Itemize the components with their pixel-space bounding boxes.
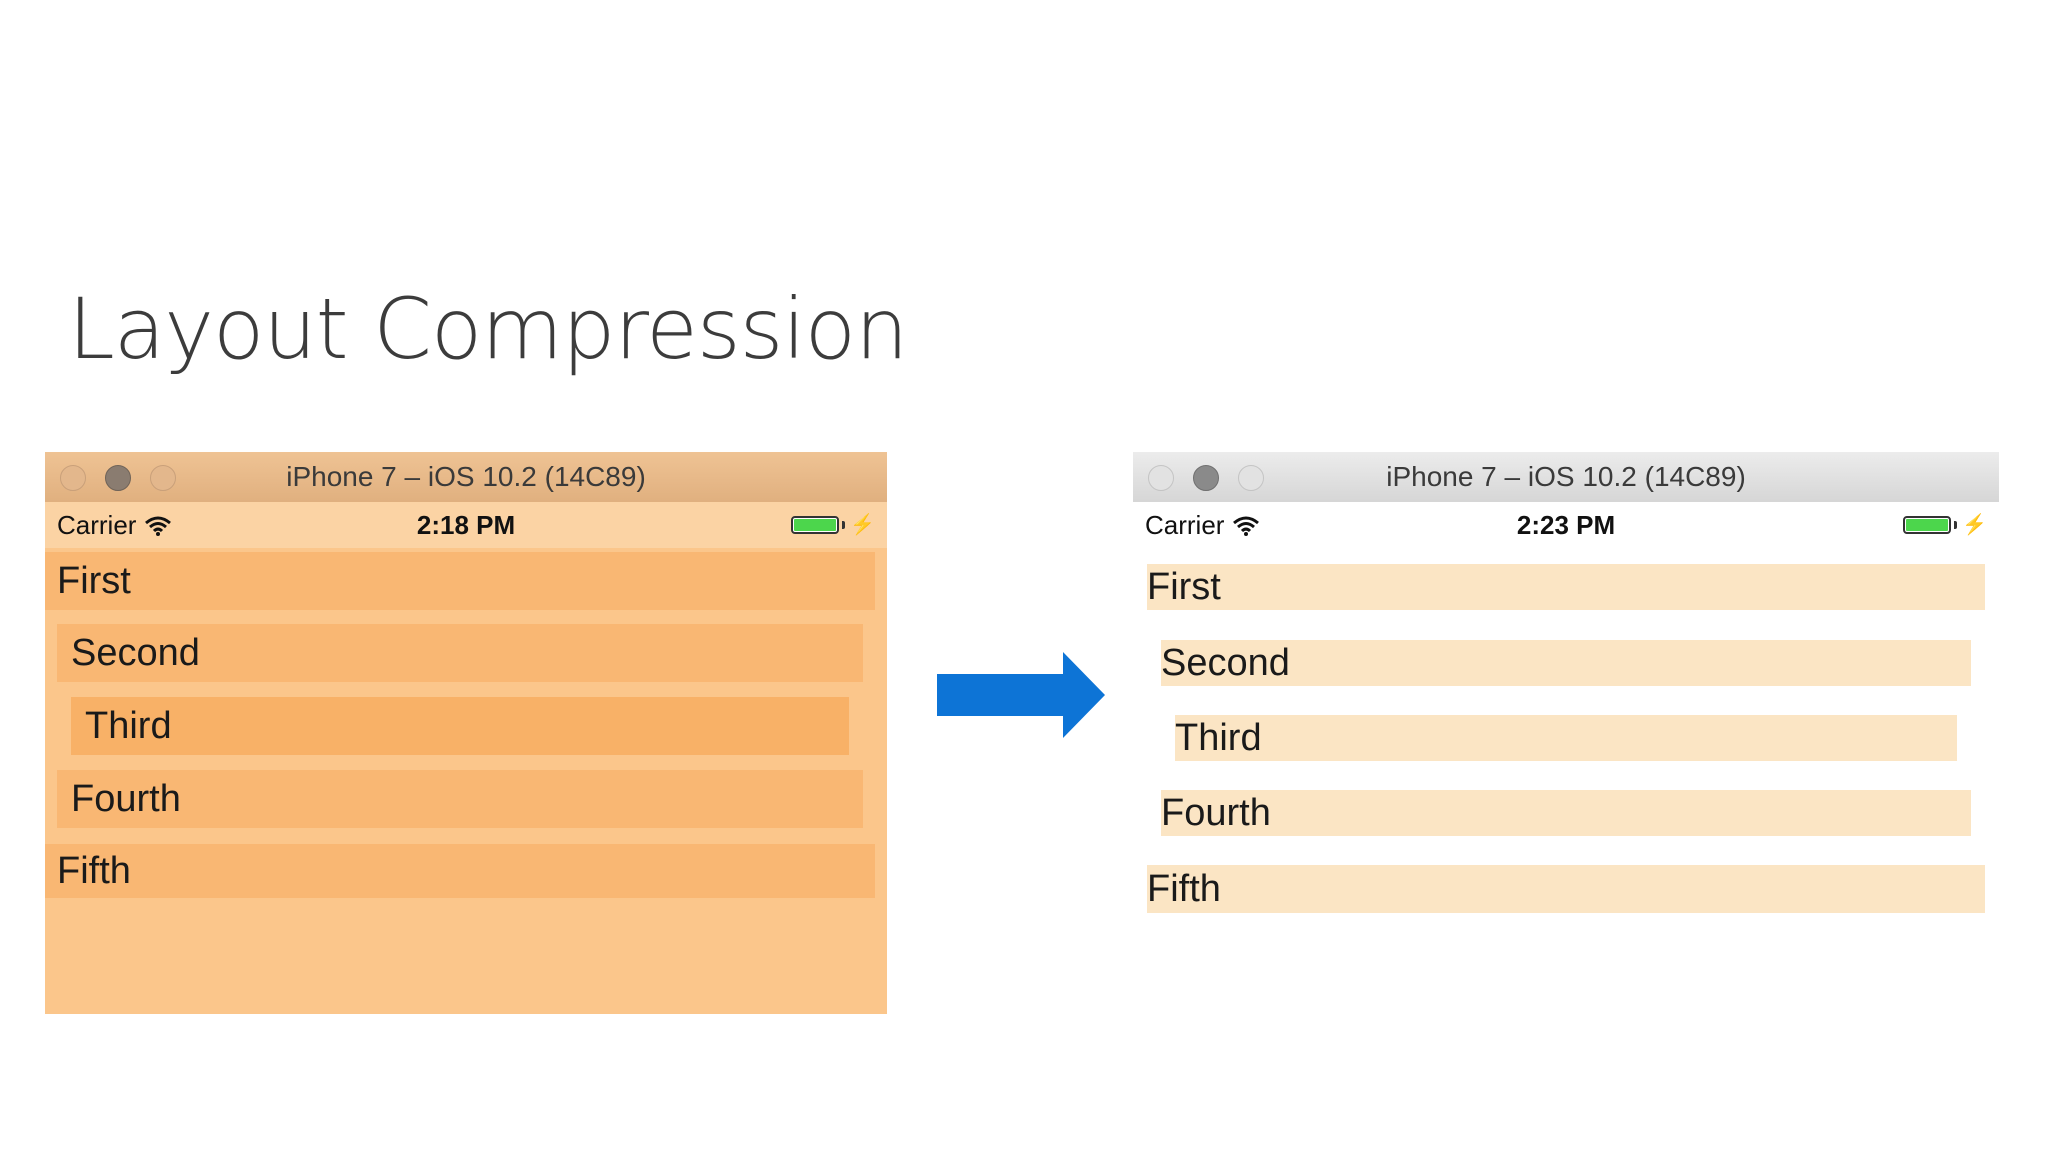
window-titlebar[interactable]: iPhone 7 – iOS 10.2 (14C89)	[1133, 452, 1999, 503]
status-bar: Carrier 2:23 PM ⚡	[1133, 502, 1999, 548]
row-fifth: Fifth	[45, 844, 875, 898]
status-bar: Carrier 2:18 PM ⚡	[45, 502, 887, 548]
row-label: Second	[1161, 641, 1290, 684]
window-title: iPhone 7 – iOS 10.2 (14C89)	[1386, 461, 1746, 492]
row-fifth: Fifth	[1147, 865, 1985, 913]
row-label: Fifth	[57, 849, 131, 892]
charging-bolt-icon: ⚡	[850, 514, 875, 536]
right-arrow-icon	[937, 652, 1105, 738]
row-second: Second	[1161, 640, 1971, 686]
window-title: iPhone 7 – iOS 10.2 (14C89)	[286, 461, 646, 492]
row-label: First	[1147, 565, 1221, 608]
simulator-window-after: iPhone 7 – iOS 10.2 (14C89) Carrier 2:23…	[1133, 452, 1999, 972]
row-fourth: Fourth	[1161, 790, 1971, 836]
row-third: Third	[71, 697, 849, 755]
row-second: Second	[57, 624, 863, 682]
slide-title: Layout Compression	[68, 280, 908, 378]
simulator-window-before: iPhone 7 – iOS 10.2 (14C89) Carrier 2:18…	[45, 452, 887, 1014]
row-fourth: Fourth	[57, 770, 863, 828]
battery-icon: ⚡	[791, 515, 875, 535]
row-first: First	[45, 552, 875, 610]
window-titlebar[interactable]: iPhone 7 – iOS 10.2 (14C89)	[45, 452, 887, 503]
row-label: Fourth	[1161, 791, 1271, 834]
row-third: Third	[1175, 715, 1957, 761]
row-label: Second	[71, 631, 200, 674]
charging-bolt-icon: ⚡	[1962, 514, 1987, 536]
row-label: Fourth	[71, 777, 181, 820]
row-first: First	[1147, 564, 1985, 610]
row-label: Third	[85, 704, 172, 747]
status-time: 2:23 PM	[1516, 510, 1616, 540]
row-label: Third	[1175, 716, 1262, 759]
battery-icon: ⚡	[1903, 515, 1987, 535]
row-label: First	[57, 559, 131, 602]
row-label: Fifth	[1147, 867, 1221, 910]
status-time: 2:18 PM	[416, 510, 516, 540]
